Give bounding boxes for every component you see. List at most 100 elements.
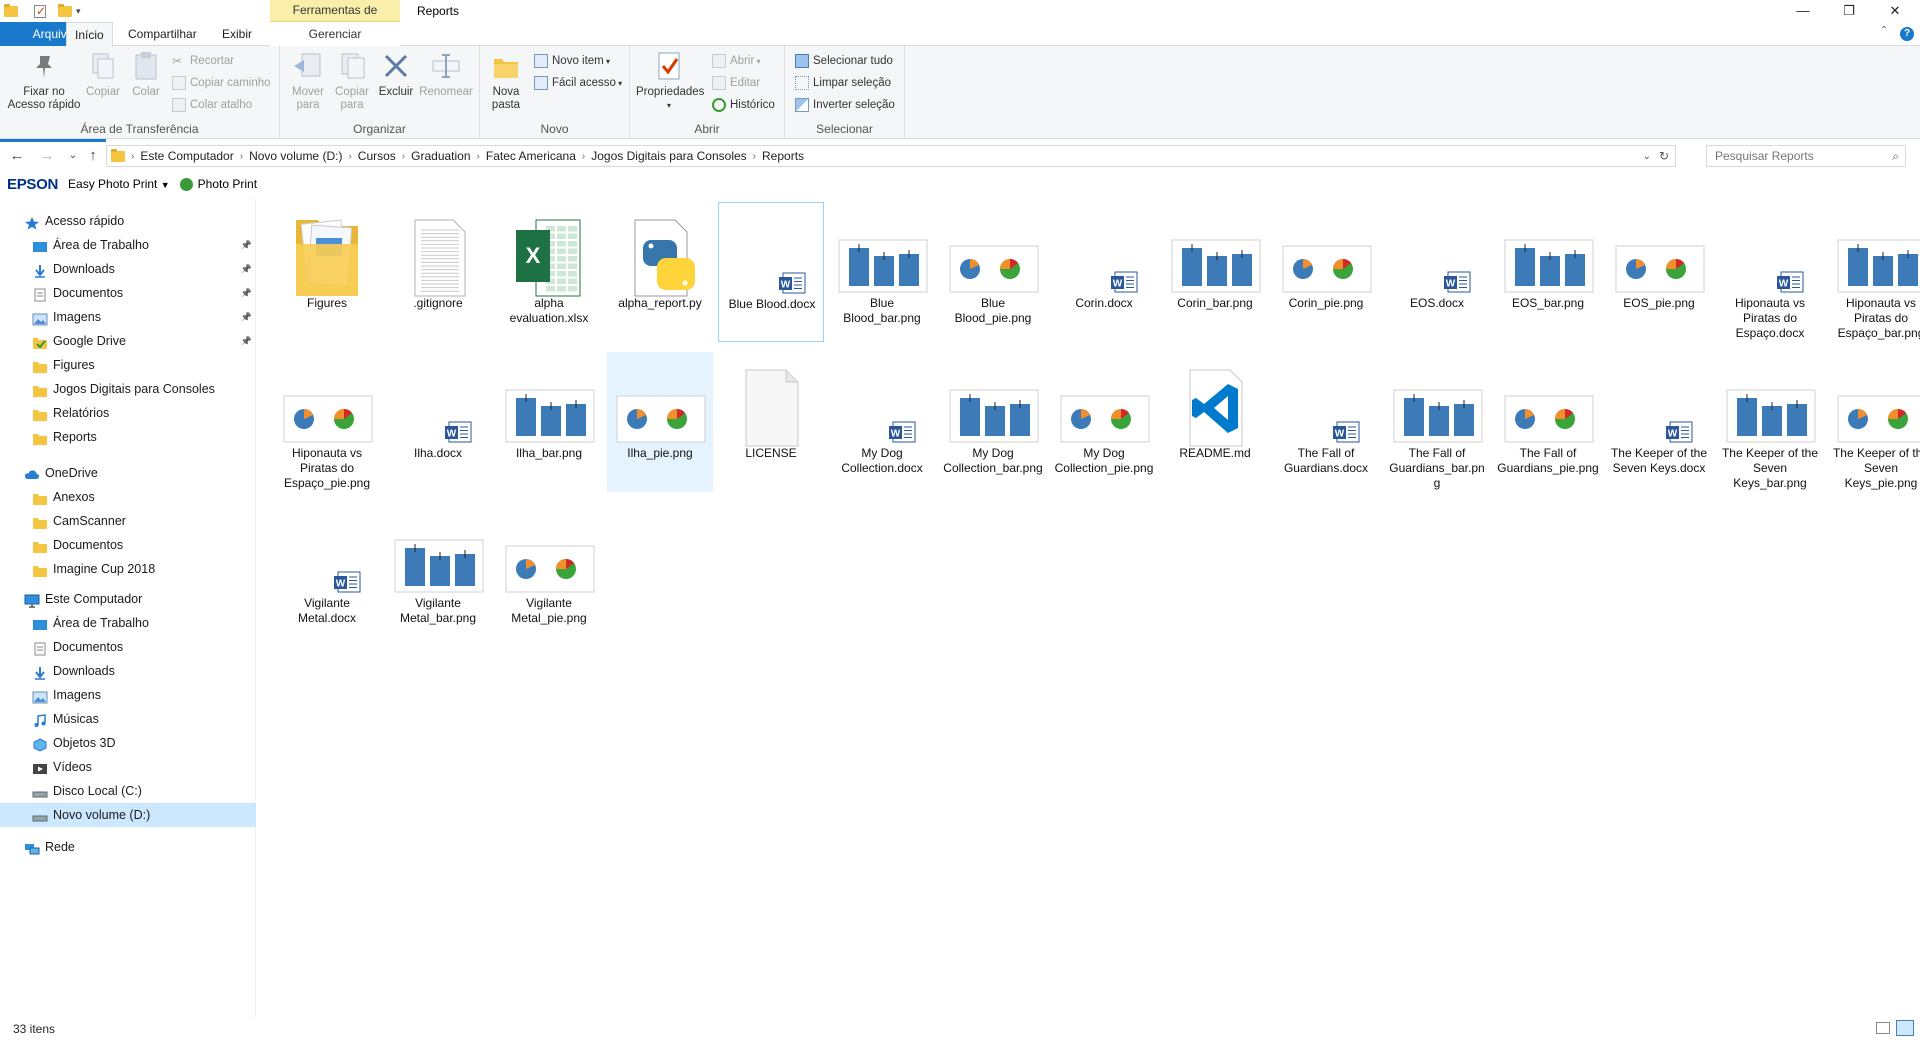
nav-pc-item[interactable]: Imagens [0, 683, 256, 707]
breadcrumb-fatec[interactable]: Fatec Americana [480, 149, 582, 163]
file-item[interactable]: Corin_pie.png [1273, 202, 1379, 342]
file-item[interactable]: README.md [1162, 352, 1268, 492]
address-dropdown-icon[interactable]: ⌄ [1643, 151, 1651, 162]
file-item[interactable]: Ilha_bar.png [496, 352, 602, 492]
select-none-button[interactable]: Limpar seleção [793, 73, 891, 93]
file-item[interactable]: The Fall of Guardians_bar.png [1384, 352, 1490, 492]
pin-quick-access-button[interactable]: Fixar no Acesso rápido [6, 50, 82, 112]
delete-button[interactable]: Excluir [376, 50, 416, 99]
tab-manage[interactable]: Gerenciar [270, 22, 400, 46]
file-item[interactable]: W Corin.docx [1051, 202, 1157, 342]
file-item[interactable]: EOS_bar.png [1495, 202, 1601, 342]
file-item[interactable]: Vigilante Metal_bar.png [385, 502, 491, 642]
nav-pc-item[interactable]: Novo volume (D:) [0, 803, 256, 827]
search-input[interactable]: Pesquisar Reports ⌕ [1706, 145, 1906, 167]
nav-onedrive[interactable]: OneDrive [0, 461, 256, 485]
file-item[interactable]: Blue Blood_pie.png [940, 202, 1046, 342]
file-item[interactable]: W The Keeper of the Seven Keys.docx [1606, 352, 1712, 492]
new-item-button[interactable]: Novo item ▾ [532, 51, 610, 71]
file-item[interactable]: W Hiponauta vs Piratas do Espaço.docx [1717, 202, 1823, 342]
file-item[interactable]: My Dog Collection_bar.png [940, 352, 1046, 492]
breadcrumb-cursos[interactable]: Cursos [352, 149, 402, 163]
details-view-icon[interactable] [1876, 1022, 1890, 1034]
breadcrumb-graduation[interactable]: Graduation [405, 149, 476, 163]
file-item[interactable]: LICENSE [718, 352, 824, 492]
file-item[interactable]: W My Dog Collection.docx [829, 352, 935, 492]
new-folder-button[interactable]: Nova pasta [486, 50, 526, 112]
breadcrumb-jogos[interactable]: Jogos Digitais para Consoles [585, 149, 752, 163]
address-bar[interactable]: › Este Computador › Novo volume (D:) › C… [106, 145, 1676, 167]
file-item[interactable]: Hiponauta vs Piratas do Espaço_bar.png [1828, 202, 1920, 342]
new-folder-quick-icon[interactable] [58, 3, 72, 19]
back-arrow-icon[interactable]: ← [6, 145, 28, 167]
nav-onedrive-item[interactable]: Imagine Cup 2018 [0, 557, 256, 581]
file-item[interactable]: EOS_pie.png [1606, 202, 1712, 342]
nav-pc-item[interactable]: Vídeos [0, 755, 256, 779]
properties-quick-icon[interactable] [34, 3, 46, 19]
move-to-button[interactable]: Mover para [286, 50, 330, 112]
refresh-icon[interactable]: ↻ [1659, 149, 1669, 163]
file-item[interactable]: Blue Blood_bar.png [829, 202, 935, 342]
customize-quick-access-icon[interactable]: ▾ [76, 3, 81, 19]
edit-button[interactable]: Editar [710, 73, 760, 93]
breadcrumb-new-volume[interactable]: Novo volume (D:) [243, 149, 348, 163]
nav-quick-item[interactable]: Downloads 📌 [0, 257, 256, 281]
pin-icon[interactable]: 📌 [241, 233, 252, 257]
nav-quick-item[interactable]: Relatórios [0, 401, 256, 425]
nav-quick-item[interactable]: Reports [0, 425, 256, 449]
file-item[interactable]: Corin_bar.png [1162, 202, 1268, 342]
copy-to-button[interactable]: Copiar para [330, 50, 374, 112]
file-item[interactable]: .gitignore [385, 202, 491, 342]
easy-photo-print-button[interactable]: Easy Photo Print ▼ [68, 177, 170, 191]
nav-pc-item[interactable]: Downloads [0, 659, 256, 683]
collapse-ribbon-icon[interactable]: ⌃ [1880, 25, 1888, 36]
file-item[interactable]: Vigilante Metal_pie.png [496, 502, 602, 642]
breadcrumb-this-pc[interactable]: Este Computador [134, 149, 239, 163]
rename-button[interactable]: Renomear [418, 50, 474, 99]
file-item[interactable]: W The Fall of Guardians.docx [1273, 352, 1379, 492]
pin-icon[interactable]: 📌 [241, 257, 252, 281]
nav-pc-item[interactable]: Área de Trabalho [0, 611, 256, 635]
nav-this-pc[interactable]: Este Computador [0, 587, 256, 611]
up-arrow-icon[interactable]: ↑ [82, 145, 104, 167]
nav-onedrive-item[interactable]: Documentos [0, 533, 256, 557]
tab-view[interactable]: Exibir [214, 22, 260, 46]
nav-onedrive-item[interactable]: CamScanner [0, 509, 256, 533]
nav-quick-access[interactable]: Acesso rápido [0, 209, 256, 233]
pin-icon[interactable]: 📌 [241, 305, 252, 329]
file-item[interactable]: The Keeper of the Seven Keys_bar.png [1717, 352, 1823, 492]
properties-button[interactable]: Propriedades ▾ [636, 50, 704, 112]
breadcrumb-reports[interactable]: Reports [756, 149, 810, 163]
file-item[interactable]: alpha_report.py [607, 202, 713, 342]
invert-selection-button[interactable]: Inverter seleção [793, 95, 895, 115]
paste-shortcut-button[interactable]: Colar atalho [170, 95, 252, 115]
nav-pc-item[interactable]: Disco Local (C:) [0, 779, 256, 803]
minimize-button[interactable]: — [1780, 0, 1826, 22]
pin-icon[interactable]: 📌 [241, 329, 252, 353]
tab-share[interactable]: Compartilhar [120, 22, 205, 46]
file-item[interactable]: W Blue Blood.docx [718, 202, 824, 342]
history-button[interactable]: Histórico [710, 95, 775, 115]
help-icon[interactable]: ? [1900, 27, 1914, 41]
file-item[interactable]: Ilha_pie.png [607, 352, 713, 492]
file-item[interactable]: The Keeper of the Seven Keys_pie.png [1828, 352, 1920, 492]
close-button[interactable]: ✕ [1872, 0, 1918, 22]
copy-path-button[interactable]: Copiar caminho [170, 73, 271, 93]
open-button[interactable]: Abrir ▾ [710, 51, 761, 71]
easy-access-button[interactable]: Fácil acesso ▾ [532, 73, 622, 93]
nav-quick-item[interactable]: Figures [0, 353, 256, 377]
file-item[interactable]: Figures [274, 202, 380, 342]
nav-onedrive-item[interactable]: Anexos [0, 485, 256, 509]
pin-icon[interactable]: 📌 [241, 281, 252, 305]
forward-arrow-icon[interactable]: → [36, 145, 58, 167]
nav-pc-item[interactable]: Documentos [0, 635, 256, 659]
recent-locations-icon[interactable]: ⌄ [62, 145, 84, 167]
file-item[interactable]: Xalpha evaluation.xlsx [496, 202, 602, 342]
nav-quick-item[interactable]: Documentos 📌 [0, 281, 256, 305]
file-item[interactable]: W Vigilante Metal.docx [274, 502, 380, 642]
file-item[interactable]: The Fall of Guardians_pie.png [1495, 352, 1601, 492]
select-all-button[interactable]: Selecionar tudo [793, 51, 893, 71]
file-item[interactable]: W EOS.docx [1384, 202, 1490, 342]
nav-pc-item[interactable]: Músicas [0, 707, 256, 731]
photo-print-button[interactable]: Photo Print [198, 177, 257, 191]
